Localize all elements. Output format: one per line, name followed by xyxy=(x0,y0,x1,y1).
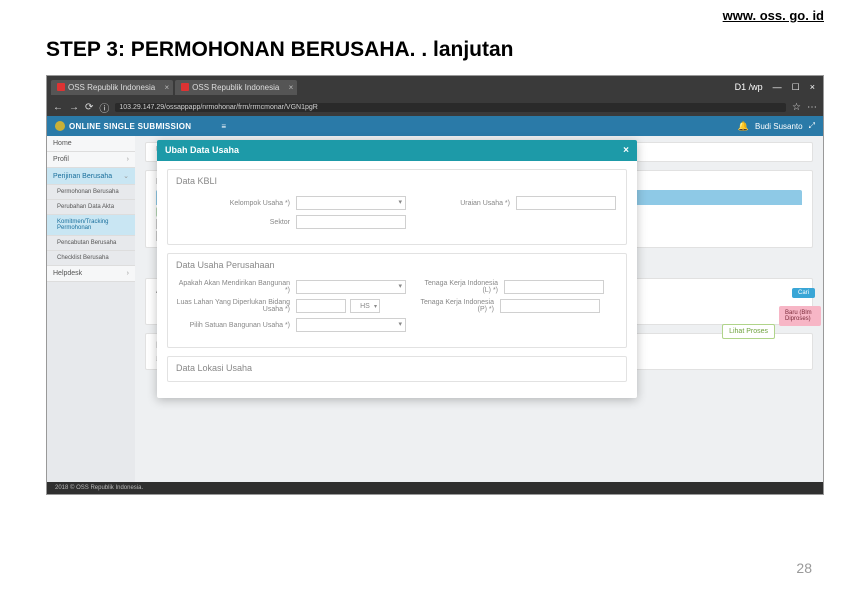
expand-icon[interactable]: ⤢ xyxy=(809,121,815,131)
sidebar-item-perubahan[interactable]: Perubahan Data Akta xyxy=(47,200,135,215)
label-uraian-usaha: Uraian Usaha *) xyxy=(436,200,516,207)
tab-label: OSS Republik Indonesia xyxy=(68,83,155,92)
label-sektor: Sektor xyxy=(176,219,296,226)
minimize-icon[interactable]: — xyxy=(773,82,782,92)
browser-tab[interactable]: OSS Republik Indonesia × xyxy=(175,80,297,95)
chevron-right-icon: › xyxy=(127,270,129,277)
top-right-text: D1 /wp xyxy=(735,82,763,92)
star-icon[interactable]: ☆ xyxy=(792,102,801,113)
sidebar-item-checklist[interactable]: Checklist Berusaha xyxy=(47,251,135,266)
section-title: Data Usaha Perusahaan xyxy=(176,260,618,274)
sidebar-item-label: Perubahan Data Akta xyxy=(57,204,114,210)
select-hs[interactable]: HS xyxy=(350,299,380,313)
section-kbli: Data KBLI Kelompok Usaha *) Uraian Usaha… xyxy=(167,169,627,245)
modal-header: Ubah Data Usaha × xyxy=(157,140,637,161)
sidebar-item-label: Perijinan Berusaha xyxy=(53,173,112,180)
browser-tab[interactable]: OSS Republik Indonesia × xyxy=(51,80,173,95)
input-uraian-usaha[interactable] xyxy=(516,196,616,210)
sidebar-item-permohonan[interactable]: Permohonan Berusaha xyxy=(47,185,135,200)
select-pilih-satuan[interactable] xyxy=(296,318,406,332)
sidebar-item-label: Permohonan Berusaha xyxy=(57,189,119,195)
url-input[interactable]: 103.29.147.29/ossappapp/nrmohonar/frm/rr… xyxy=(115,103,786,112)
menu-icon[interactable]: ⋯ xyxy=(807,102,817,113)
modal-ubah-data-usaha: Ubah Data Usaha × Data KBLI Kelompok Usa… xyxy=(157,140,637,398)
close-icon[interactable]: × xyxy=(289,83,294,92)
close-icon[interactable]: × xyxy=(165,83,170,92)
input-sektor[interactable] xyxy=(296,215,406,229)
page-number: 28 xyxy=(796,560,812,576)
section-title: Data Lokasi Usaha xyxy=(176,363,618,377)
sidebar-item-komitmen[interactable]: Komitmen/Tracking Permohonan xyxy=(47,215,135,236)
sidebar-item-perijinan[interactable]: Perijinan Berusaha ⌄ xyxy=(47,168,135,185)
crest-icon xyxy=(55,121,65,131)
sidebar: Home Profil › Perijinan Berusaha ⌄ Permo… xyxy=(47,136,135,494)
label-tki-p: Tenaga Kerja Indonesia (P) *) xyxy=(420,299,500,313)
search-button[interactable]: Cari xyxy=(792,288,815,298)
sidebar-item-label: Komitmen/Tracking Permohonan xyxy=(57,219,129,231)
address-bar: ← → ⟳ ⓘ 103.29.147.29/ossappapp/nrmohona… xyxy=(47,98,823,116)
sidebar-item-label: Pencabutan Berusaha xyxy=(57,240,116,246)
close-icon[interactable]: × xyxy=(623,145,629,156)
chevron-right-icon: › xyxy=(127,156,129,163)
sidebar-item-helpdesk[interactable]: Helpdesk › xyxy=(47,266,135,282)
chevron-down-icon: ⌄ xyxy=(123,172,129,180)
maximize-icon[interactable]: ☐ xyxy=(792,82,800,93)
website-link[interactable]: www. oss. go. id xyxy=(723,8,824,23)
lihat-proses-button[interactable]: Lihat Proses xyxy=(722,324,775,339)
input-tki-l[interactable] xyxy=(504,280,604,294)
tab-bar: OSS Republik Indonesia × OSS Republik In… xyxy=(47,76,823,98)
app-footer: 2018 © OSS Republik Indonesia. xyxy=(47,482,823,494)
sidebar-item-label: Home xyxy=(53,140,72,147)
sidebar-item-label: Profil xyxy=(53,156,69,163)
info-icon[interactable]: ⓘ xyxy=(99,100,109,115)
select-kelompok-usaha[interactable] xyxy=(296,196,406,210)
input-tki-p[interactable] xyxy=(500,299,600,313)
tab-label: OSS Republik Indonesia xyxy=(192,83,279,92)
page-title: STEP 3: PERMOHONAN BERUSAHA. . lanjutan xyxy=(46,38,514,62)
favicon-icon xyxy=(181,83,189,91)
favicon-icon xyxy=(57,83,65,91)
input-luas-lahan[interactable] xyxy=(296,299,346,313)
forward-icon[interactable]: → xyxy=(69,102,79,113)
app-area: ONLINE SINGLE SUBMISSION ≡ 🔔 Budi Susant… xyxy=(47,116,823,494)
sidebar-item-pencabutan[interactable]: Pencabutan Berusaha xyxy=(47,236,135,251)
label-kelompok-usaha: Kelompok Usaha *) xyxy=(176,200,296,207)
section-title: Data KBLI xyxy=(176,176,618,190)
section-lokasi: Data Lokasi Usaha xyxy=(167,356,627,382)
section-perusahaan: Data Usaha Perusahaan Apakah Akan Mendir… xyxy=(167,253,627,348)
modal-body: Data KBLI Kelompok Usaha *) Uraian Usaha… xyxy=(157,161,637,398)
label-mendirikan: Apakah Akan Mendirikan Bangunan *) xyxy=(176,280,296,294)
sidebar-item-home[interactable]: Home xyxy=(47,136,135,152)
back-icon[interactable]: ← xyxy=(53,102,63,113)
app-topbar: ONLINE SINGLE SUBMISSION ≡ 🔔 Budi Susant… xyxy=(47,116,823,136)
label-tki-l: Tenaga Kerja Indonesia (L) *) xyxy=(424,280,504,294)
sidebar-item-profil[interactable]: Profil › xyxy=(47,152,135,168)
screenshot-frame: OSS Republik Indonesia × OSS Republik In… xyxy=(46,75,824,495)
status-badge: Baru (Blm Diproses) xyxy=(779,306,821,326)
browser-chrome: OSS Republik Indonesia × OSS Republik In… xyxy=(47,76,823,116)
select-mendirikan[interactable] xyxy=(296,280,406,294)
close-icon[interactable]: × xyxy=(810,82,815,92)
sidebar-item-label: Checklist Berusaha xyxy=(57,255,109,261)
user-name[interactable]: Budi Susanto xyxy=(755,122,803,131)
label-pilih-satuan: Pilih Satuan Bangunan Usaha *) xyxy=(176,322,296,329)
label-luas-lahan: Luas Lahan Yang Diperlukan Bidang Usaha … xyxy=(176,299,296,313)
sidebar-item-label: Helpdesk xyxy=(53,270,82,277)
app-title: ONLINE SINGLE SUBMISSION xyxy=(69,122,191,131)
modal-title: Ubah Data Usaha xyxy=(165,145,239,156)
menu-toggle-icon[interactable]: ≡ xyxy=(221,122,226,131)
bell-icon[interactable]: 🔔 xyxy=(738,121,749,132)
reload-icon[interactable]: ⟳ xyxy=(85,102,93,113)
